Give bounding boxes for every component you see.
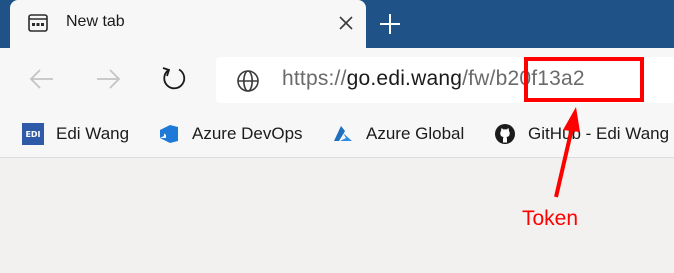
github-icon <box>495 124 515 144</box>
back-arrow-icon[interactable] <box>28 65 56 93</box>
token-label: Token <box>522 207 579 230</box>
url-scheme: https:// <box>282 67 347 90</box>
bookmark-github[interactable]: GitHub - Edi Wang <box>494 110 669 158</box>
token-highlight-box <box>524 57 644 102</box>
forward-arrow-icon[interactable] <box>94 65 122 93</box>
bookmark-label: Azure Global <box>366 124 465 143</box>
globe-icon <box>237 70 259 92</box>
tab-strip: New tab <box>0 0 674 48</box>
edi-icon: EDI <box>22 123 44 145</box>
bookmark-azure-devops[interactable]: Azure DevOps <box>158 110 303 158</box>
new-tab-page-icon <box>28 14 48 32</box>
refresh-icon[interactable] <box>160 65 188 93</box>
bookmark-label: GitHub - Edi Wang <box>528 124 670 143</box>
azure-devops-icon <box>160 125 178 143</box>
bookmark-azure-global[interactable]: Azure Global <box>332 110 464 158</box>
tab-title: New tab <box>66 13 125 30</box>
url-path: /fw/ <box>462 67 496 90</box>
bookmarks-bar: EDI Edi Wang Azure DevOps Azure Global G… <box>0 110 674 158</box>
close-icon[interactable] <box>337 14 355 32</box>
url-host: go.edi.wang <box>346 67 463 90</box>
bookmark-edi-wang[interactable]: EDI Edi Wang <box>22 110 129 158</box>
bookmark-label: Edi Wang <box>56 124 130 143</box>
tab-new-tab[interactable]: New tab <box>10 0 366 48</box>
azure-icon <box>334 126 352 141</box>
plus-icon[interactable] <box>378 12 402 36</box>
bookmark-label: Azure DevOps <box>192 124 303 143</box>
